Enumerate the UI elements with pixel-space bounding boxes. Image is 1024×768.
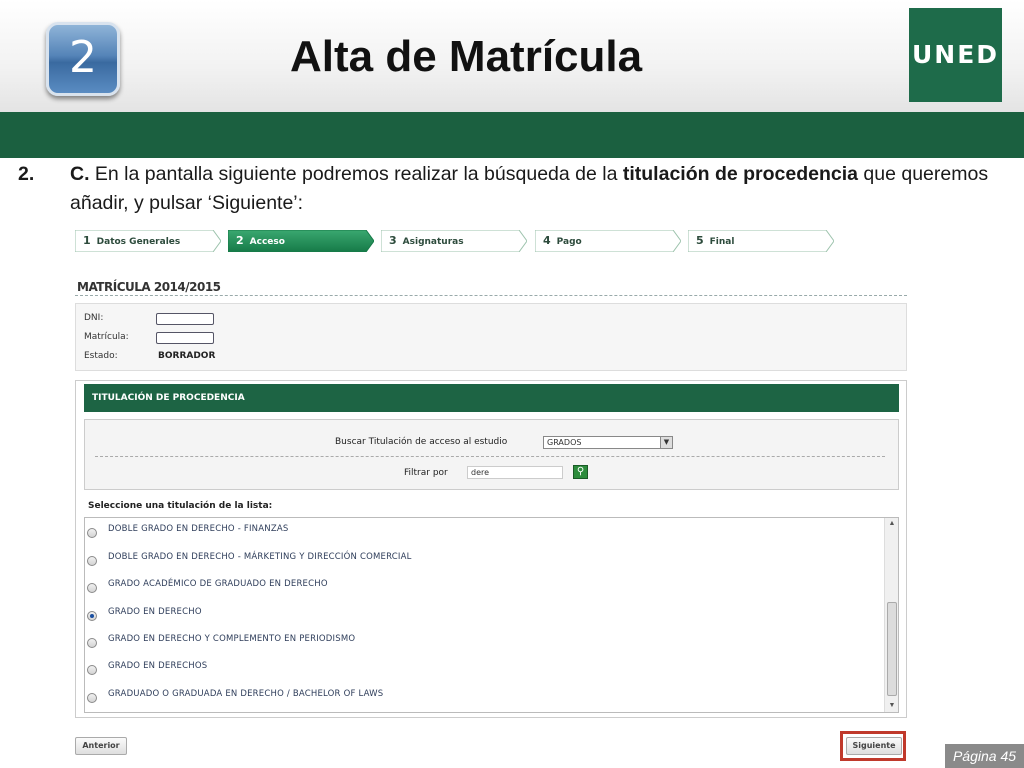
scroll-thumb[interactable]	[887, 602, 897, 696]
list-item-label: GRADO EN DERECHO Y COMPLEMENTO EN PERIOD…	[108, 634, 356, 644]
highlight-box	[840, 731, 906, 761]
list-item-label: GRADO ACADÉMICO DE GRADUADO EN DERECHO	[108, 579, 328, 589]
estado-label: Estado:	[84, 351, 118, 361]
wizard-step-asignaturas[interactable]: 3 Asignaturas	[381, 230, 533, 252]
radio-button[interactable]	[87, 583, 97, 593]
step-number: 5	[696, 234, 704, 247]
step-label: Acceso	[249, 237, 285, 247]
search-box: Buscar Titulación de acceso al estudio G…	[84, 419, 899, 490]
step-label: Datos Generales	[96, 237, 181, 247]
titulacion-list: DOBLE GRADO EN DERECHO - FINANZAS DOBLE …	[84, 517, 899, 713]
matricula-field[interactable]	[156, 332, 214, 344]
step-label: Final	[709, 237, 735, 247]
step-number: 4	[543, 234, 551, 247]
titulacion-type-select[interactable]: GRADOS ▼	[543, 436, 673, 449]
radio-button-checked[interactable]	[87, 611, 97, 621]
instruction-number: 2.	[18, 163, 35, 185]
wizard-step-acceso[interactable]: 2 Acceso	[228, 230, 380, 252]
step-label: Asignaturas	[402, 237, 464, 247]
list-item[interactable]: GRADUADO O GRADUADA EN DERECHO / BACHELO…	[85, 685, 875, 705]
slide-title: Alta de Matrícula	[290, 32, 643, 81]
list-item-label: DOBLE GRADO EN DERECHO - MÁRKETING Y DIR…	[108, 552, 412, 562]
filter-label: Filtrar por	[404, 468, 448, 478]
list-item-selected[interactable]: GRADO EN DERECHO	[85, 603, 875, 623]
search-icon[interactable]: ⚲	[573, 465, 588, 479]
dni-field[interactable]	[156, 313, 214, 325]
instruction-text-before: En la pantalla siguiente podremos realiz…	[89, 163, 623, 185]
select-value: GRADOS	[547, 438, 582, 447]
instruction-prefix: C.	[70, 163, 90, 185]
uned-logo: UNED	[909, 8, 1002, 102]
instruction-bold-text: titulación de procedencia	[622, 163, 858, 185]
list-item[interactable]: GRADO EN DERECHOS	[85, 657, 875, 677]
slide-header: 2 Alta de Matrícula UNED	[0, 0, 1024, 112]
filter-input[interactable]: dere	[467, 466, 563, 479]
list-item[interactable]: DOBLE GRADO EN DERECHO - FINANZAS	[85, 520, 875, 540]
divider	[75, 295, 907, 296]
list-scrollbar[interactable]: ▲ ▼	[884, 518, 898, 712]
student-info-box: DNI: Matrícula: Estado: BORRADOR	[75, 303, 907, 371]
list-item[interactable]: DOBLE GRADO EN DERECHO - MÁRKETING Y DIR…	[85, 548, 875, 568]
wizard-step-datos-generales[interactable]: 1 Datos Generales	[75, 230, 227, 252]
list-item-label: DOBLE GRADO EN DERECHO - FINANZAS	[108, 524, 289, 534]
search-label: Buscar Titulación de acceso al estudio	[335, 437, 508, 447]
radio-button[interactable]	[87, 638, 97, 648]
chevron-up-icon[interactable]: ▲	[885, 518, 899, 530]
matricula-label: Matrícula:	[84, 332, 129, 342]
chevron-down-icon[interactable]: ▼	[660, 437, 672, 448]
radio-button[interactable]	[87, 556, 97, 566]
list-item-label: GRADO EN DERECHO	[108, 607, 202, 617]
step-number-badge: 2	[46, 22, 120, 96]
step-label: Pago	[556, 237, 582, 247]
list-item-label: GRADUADO O GRADUADA EN DERECHO / BACHELO…	[108, 689, 384, 699]
step-number: 1	[83, 234, 91, 247]
previous-button[interactable]: Anterior	[75, 737, 127, 755]
wizard-step-pago[interactable]: 4 Pago	[535, 230, 687, 252]
divider	[95, 456, 885, 457]
radio-button[interactable]	[87, 665, 97, 675]
instruction-paragraph: 2. C. En la pantalla siguiente podremos …	[18, 160, 1008, 218]
page-number: Página 45	[945, 744, 1024, 768]
list-item[interactable]: GRADO ACADÉMICO DE GRADUADO EN DERECHO	[85, 575, 875, 595]
titulacion-header: TITULACIÓN DE PROCEDENCIA	[84, 384, 899, 412]
dni-label: DNI:	[84, 313, 104, 323]
titulacion-panel: TITULACIÓN DE PROCEDENCIA Buscar Titulac…	[75, 380, 907, 718]
list-item-label: GRADO EN DERECHOS	[108, 661, 208, 671]
wizard-step-final[interactable]: 5 Final	[688, 230, 840, 252]
step-number: 3	[389, 234, 397, 247]
chevron-down-icon[interactable]: ▼	[885, 700, 899, 712]
estado-value: BORRADOR	[158, 351, 216, 361]
header-band	[0, 112, 1024, 158]
radio-button[interactable]	[87, 693, 97, 703]
list-item[interactable]: GRADO EN DERECHO Y COMPLEMENTO EN PERIOD…	[85, 630, 875, 650]
step-number: 2	[236, 234, 244, 247]
list-prompt: Seleccione una titulación de la lista:	[88, 501, 273, 511]
form-title: MATRÍCULA 2014/2015	[77, 280, 221, 294]
radio-button[interactable]	[87, 528, 97, 538]
